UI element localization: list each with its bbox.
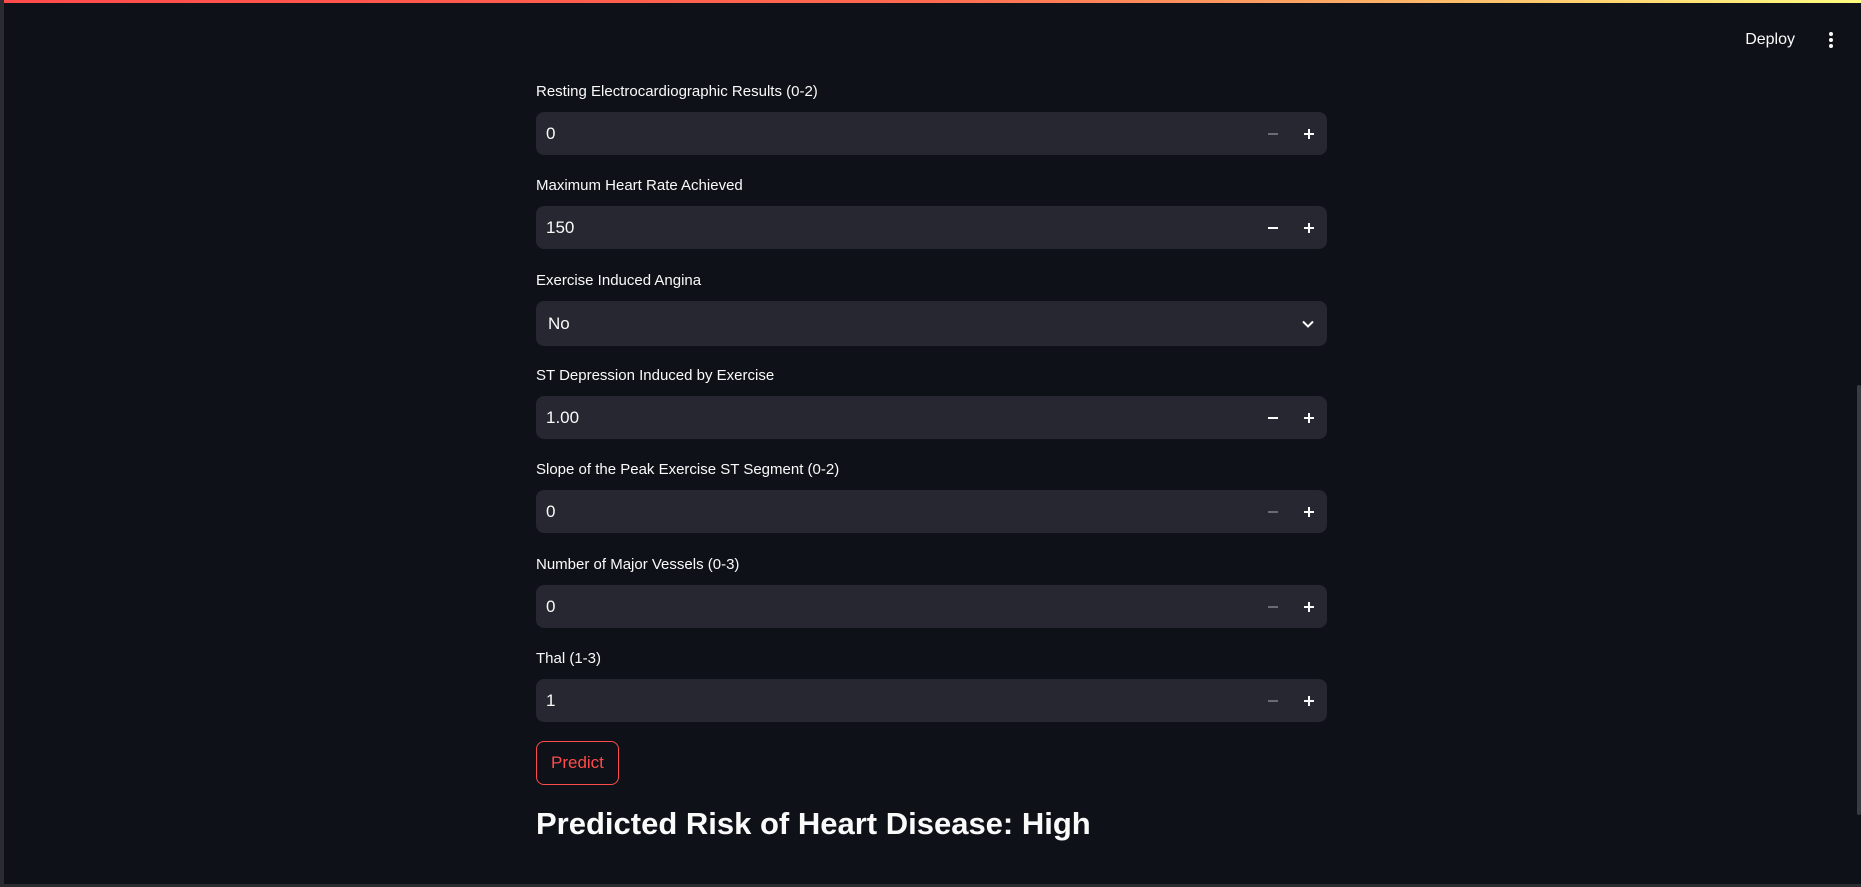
field-label: Number of Major Vessels (0-3)	[536, 556, 740, 573]
result-heading: Predicted Risk of Heart Disease: High	[536, 806, 1091, 841]
plus-icon	[1304, 128, 1314, 139]
number-input[interactable]: 1.00	[536, 396, 1327, 439]
number-input[interactable]: 0	[536, 112, 1327, 155]
number-input[interactable]: 0	[536, 585, 1327, 628]
number-input[interactable]: 150	[536, 206, 1327, 249]
decrement-button[interactable]	[1255, 206, 1291, 249]
plus-icon	[1304, 695, 1314, 706]
select-dropdown[interactable]: No	[536, 301, 1327, 346]
decrement-button[interactable]	[1255, 112, 1291, 155]
field-thal: Thal (1-3) 1	[536, 647, 1327, 722]
decrement-button[interactable]	[1255, 585, 1291, 628]
top-decoration-bar	[0, 0, 1861, 3]
field-label: Resting Electrocardiographic Results (0-…	[536, 83, 818, 100]
decrement-button[interactable]	[1255, 396, 1291, 439]
number-value[interactable]: 0	[536, 502, 1255, 522]
field-label: Exercise Induced Angina	[536, 272, 702, 289]
field-exercise-angina: Exercise Induced Angina No	[536, 269, 1327, 346]
number-input[interactable]: 0	[536, 490, 1327, 533]
deploy-button[interactable]: Deploy	[1735, 25, 1805, 55]
increment-button[interactable]	[1291, 490, 1327, 533]
decrement-button[interactable]	[1255, 490, 1291, 533]
field-major-vessels: Number of Major Vessels (0-3) 0	[536, 553, 1327, 628]
minus-icon	[1268, 132, 1278, 135]
minus-icon	[1268, 605, 1278, 608]
number-value[interactable]: 150	[536, 218, 1255, 238]
number-value[interactable]: 0	[536, 124, 1255, 144]
predict-button[interactable]: Predict	[536, 741, 619, 785]
field-max-heart-rate: Maximum Heart Rate Achieved 150	[536, 174, 1327, 249]
increment-button[interactable]	[1291, 112, 1327, 155]
field-label: Thal (1-3)	[536, 650, 602, 667]
field-label: Slope of the Peak Exercise ST Segment (0…	[536, 461, 840, 478]
number-input[interactable]: 1	[536, 679, 1327, 722]
minus-icon	[1268, 416, 1278, 419]
field-st-slope: Slope of the Peak Exercise ST Segment (0…	[536, 458, 1327, 533]
increment-button[interactable]	[1291, 206, 1327, 249]
minus-icon	[1268, 510, 1278, 513]
app-window: Deploy Resting Electrocardiographic Resu…	[0, 0, 1861, 887]
increment-button[interactable]	[1291, 585, 1327, 628]
plus-icon	[1304, 222, 1314, 233]
field-label: Maximum Heart Rate Achieved	[536, 177, 743, 194]
plus-icon	[1304, 506, 1314, 517]
plus-icon	[1304, 412, 1314, 423]
plus-icon	[1304, 601, 1314, 612]
kebab-menu-icon[interactable]	[1819, 24, 1843, 56]
field-resting-ecg: Resting Electrocardiographic Results (0-…	[536, 80, 1327, 155]
decrement-button[interactable]	[1255, 679, 1291, 722]
toolbar: Deploy	[1735, 24, 1843, 56]
minus-icon	[1268, 226, 1278, 229]
window-edge	[0, 0, 4, 887]
increment-button[interactable]	[1291, 679, 1327, 722]
number-value[interactable]: 1	[536, 691, 1255, 711]
number-value[interactable]: 0	[536, 597, 1255, 617]
chevron-down-icon	[1302, 320, 1314, 328]
select-value: No	[548, 313, 570, 333]
field-label: ST Depression Induced by Exercise	[536, 367, 775, 384]
increment-button[interactable]	[1291, 396, 1327, 439]
number-value[interactable]: 1.00	[536, 408, 1255, 428]
field-st-depression: ST Depression Induced by Exercise 1.00	[536, 364, 1327, 439]
minus-icon	[1268, 699, 1278, 702]
scrollbar[interactable]	[1857, 385, 1861, 815]
